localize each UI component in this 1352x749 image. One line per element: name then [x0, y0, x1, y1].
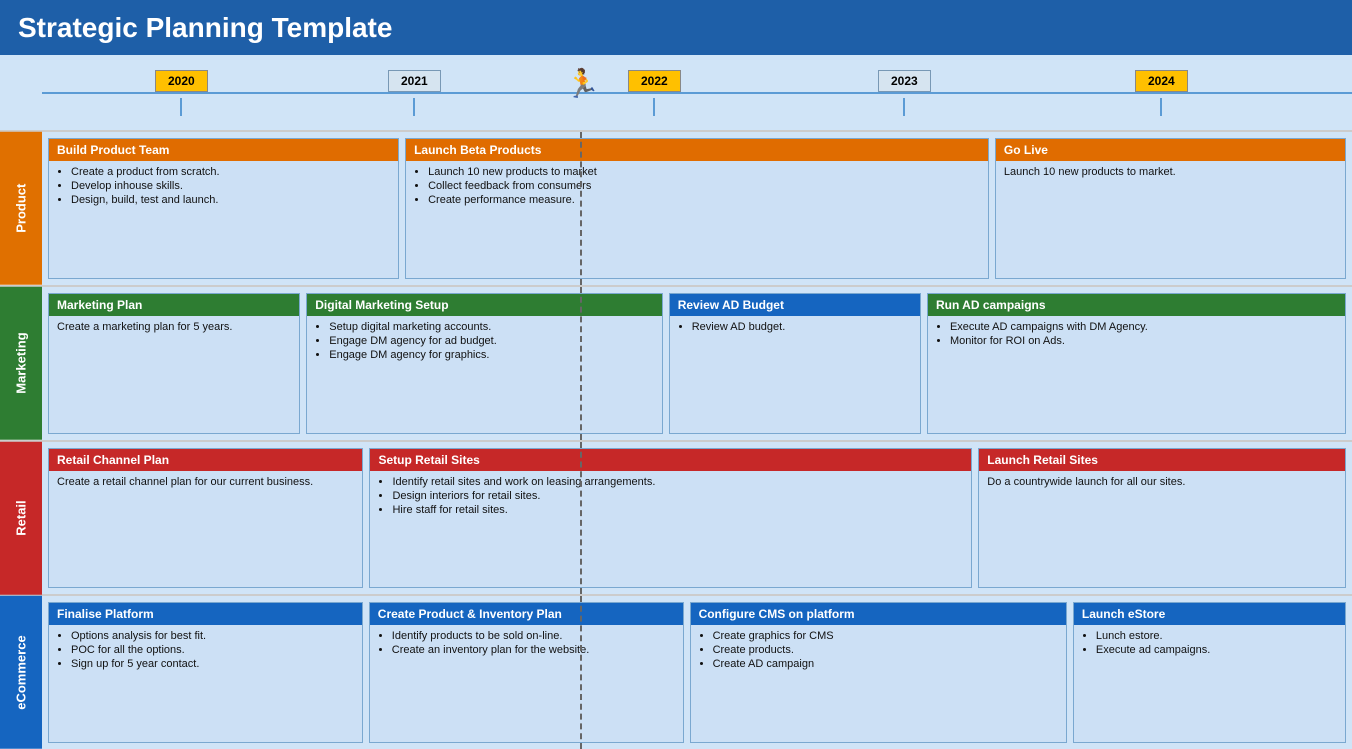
card-launch-retail-sites: Launch Retail Sites Do a countrywide lau… [978, 448, 1346, 589]
dashed-line-marketing [580, 287, 582, 440]
ecommerce-row-content: Finalise Platform Options analysis for b… [42, 596, 1352, 749]
runner-icon: 🏃 [565, 67, 600, 100]
card-header-launch-estore: Launch eStore [1074, 603, 1345, 625]
card-body-create-product-inventory-plan: Identify products to be sold on-line. Cr… [370, 625, 683, 742]
card-launch-beta-products: Launch Beta Products Launch 10 new produ… [405, 138, 989, 279]
product-row: Product Build Product Team Create a prod… [0, 130, 1352, 285]
retail-label: Retail [0, 442, 42, 595]
card-body-run-ad-campaigns: Execute AD campaigns with DM Agency. Mon… [928, 316, 1345, 433]
ecommerce-label: eCommerce [0, 596, 42, 749]
main-content: Product Build Product Team Create a prod… [0, 130, 1352, 749]
card-setup-retail-sites: Setup Retail Sites Identify retail sites… [369, 448, 972, 589]
year-label-2021: 2021 [388, 70, 441, 92]
card-body-finalise-platform: Options analysis for best fit. POC for a… [49, 625, 362, 742]
card-body-configure-cms: Create graphics for CMS Create products.… [691, 625, 1066, 742]
card-marketing-plan: Marketing Plan Create a marketing plan f… [48, 293, 300, 434]
card-body-go-live: Launch 10 new products to market. [996, 161, 1345, 278]
card-body-digital-marketing-setup: Setup digital marketing accounts. Engage… [307, 316, 661, 433]
retail-row-content: Retail Channel Plan Create a retail chan… [42, 442, 1352, 595]
year-label-2022: 2022 [628, 70, 681, 92]
card-header-build-product-team: Build Product Team [49, 139, 398, 161]
card-configure-cms: Configure CMS on platform Create graphic… [690, 602, 1067, 743]
card-digital-marketing-setup: Digital Marketing Setup Setup digital ma… [306, 293, 662, 434]
timeline: 2020 2021 2022 2023 2024 🏃 [0, 55, 1352, 130]
card-header-launch-retail-sites: Launch Retail Sites [979, 449, 1345, 471]
product-label: Product [0, 132, 42, 285]
card-header-create-product-inventory-plan: Create Product & Inventory Plan [370, 603, 683, 625]
year-2023: 2023 [878, 70, 931, 116]
card-header-launch-beta-products: Launch Beta Products [406, 139, 988, 161]
year-2022: 2022 [628, 70, 681, 116]
card-body-build-product-team: Create a product from scratch. Develop i… [49, 161, 398, 278]
marketing-label: Marketing [0, 287, 42, 440]
card-retail-channel-plan: Retail Channel Plan Create a retail chan… [48, 448, 363, 589]
card-header-retail-channel-plan: Retail Channel Plan [49, 449, 362, 471]
card-build-product-team: Build Product Team Create a product from… [48, 138, 399, 279]
card-body-review-ad-budget: Review AD budget. [670, 316, 920, 433]
card-header-configure-cms: Configure CMS on platform [691, 603, 1066, 625]
year-tick-2023 [903, 98, 905, 116]
dashed-line-product [580, 132, 582, 285]
card-body-launch-estore: Lunch estore. Execute ad campaigns. [1074, 625, 1345, 742]
retail-row: Retail Retail Channel Plan Create a reta… [0, 440, 1352, 595]
ecommerce-row: eCommerce Finalise Platform Options anal… [0, 594, 1352, 749]
dashed-line-retail [580, 442, 582, 595]
year-2024: 2024 [1135, 70, 1188, 116]
card-launch-estore: Launch eStore Lunch estore. Execute ad c… [1073, 602, 1346, 743]
card-body-marketing-plan: Create a marketing plan for 5 years. [49, 316, 299, 433]
dashed-line-ecommerce [580, 596, 582, 749]
year-tick-2022 [653, 98, 655, 116]
card-run-ad-campaigns: Run AD campaigns Execute AD campaigns wi… [927, 293, 1346, 434]
card-header-review-ad-budget: Review AD Budget [670, 294, 920, 316]
year-2021: 2021 [388, 70, 441, 116]
page-header: Strategic Planning Template [0, 0, 1352, 55]
card-header-setup-retail-sites: Setup Retail Sites [370, 449, 971, 471]
page-title: Strategic Planning Template [18, 12, 392, 44]
year-label-2024: 2024 [1135, 70, 1188, 92]
year-label-2023: 2023 [878, 70, 931, 92]
card-finalise-platform: Finalise Platform Options analysis for b… [48, 602, 363, 743]
card-review-ad-budget: Review AD Budget Review AD budget. [669, 293, 921, 434]
year-label-2020: 2020 [155, 70, 208, 92]
marketing-row: Marketing Marketing Plan Create a market… [0, 285, 1352, 440]
year-tick-2021 [413, 98, 415, 116]
card-body-launch-beta-products: Launch 10 new products to market Collect… [406, 161, 988, 278]
card-go-live: Go Live Launch 10 new products to market… [995, 138, 1346, 279]
card-body-setup-retail-sites: Identify retail sites and work on leasin… [370, 471, 971, 588]
product-row-content: Build Product Team Create a product from… [42, 132, 1352, 285]
card-header-finalise-platform: Finalise Platform [49, 603, 362, 625]
card-body-retail-channel-plan: Create a retail channel plan for our cur… [49, 471, 362, 588]
card-header-run-ad-campaigns: Run AD campaigns [928, 294, 1345, 316]
year-tick-2024 [1160, 98, 1162, 116]
year-2020: 2020 [155, 70, 208, 116]
card-body-launch-retail-sites: Do a countrywide launch for all our site… [979, 471, 1345, 588]
card-header-go-live: Go Live [996, 139, 1345, 161]
year-tick-2020 [180, 98, 182, 116]
card-header-digital-marketing-setup: Digital Marketing Setup [307, 294, 661, 316]
card-create-product-inventory-plan: Create Product & Inventory Plan Identify… [369, 602, 684, 743]
card-header-marketing-plan: Marketing Plan [49, 294, 299, 316]
marketing-row-content: Marketing Plan Create a marketing plan f… [42, 287, 1352, 440]
